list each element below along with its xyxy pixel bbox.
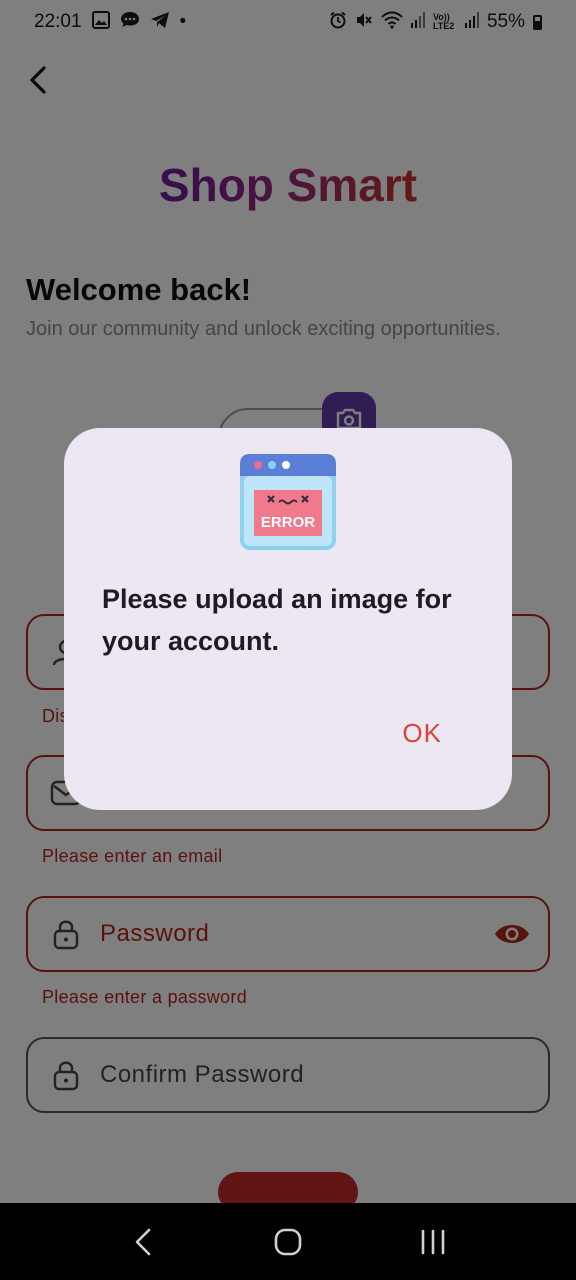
error-dialog: ERROR Please upload an image for your ac… [64,428,512,810]
nav-recents-button[interactable] [403,1212,463,1272]
dialog-message: Please upload an image for your account. [102,584,452,656]
ok-button[interactable]: OK [402,718,442,749]
sign-up-screen: 22:01 • Vo)) LTE2 [0,0,576,1203]
nav-home-button[interactable] [258,1212,318,1272]
nav-back-icon [135,1228,150,1255]
system-nav-bar [0,1203,576,1280]
nav-home-icon [274,1228,302,1255]
error-icon-text: ERROR [261,514,315,531]
error-window-icon: ERROR [240,454,336,550]
nav-recents-icon [422,1229,445,1254]
nav-back-button[interactable] [113,1212,173,1272]
